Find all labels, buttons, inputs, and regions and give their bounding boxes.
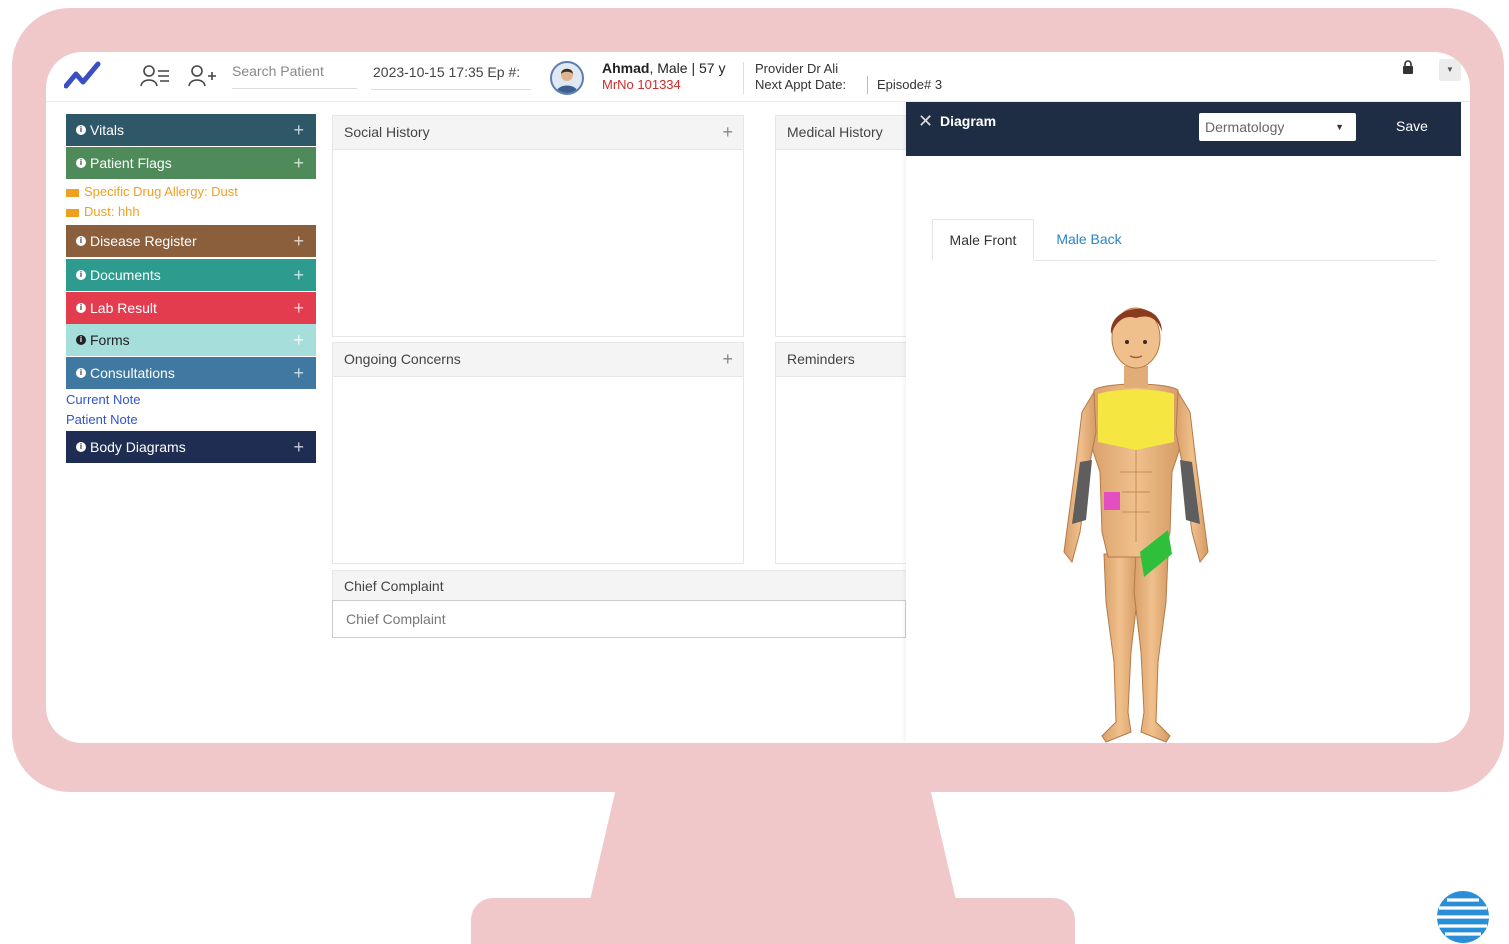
info-icon: i (76, 158, 86, 169)
info-icon: i (76, 442, 86, 453)
add-consultation-icon[interactable]: + (293, 357, 304, 389)
datetime-underline (371, 89, 531, 90)
flag-text: Specific Drug Allergy: Dust (84, 184, 238, 199)
ongoing-concerns-panel: Ongoing Concerns + (332, 342, 744, 564)
monitor-stand (590, 790, 956, 900)
specialty-select[interactable]: Dermatology ▼ (1199, 113, 1356, 141)
header-menu-dropdown-icon[interactable]: ▼ (1439, 59, 1461, 81)
add-ongoing-concern-icon[interactable]: + (722, 343, 733, 376)
patient-name-bold: Ahmad (602, 60, 650, 76)
info-icon: i (76, 368, 86, 379)
sidebar-item-label: Patient Flags (90, 155, 172, 171)
chief-complaint-input[interactable]: Chief Complaint (332, 600, 906, 638)
datetime-episode-field[interactable]: 2023-10-15 17:35 Ep #: (373, 64, 520, 80)
add-form-icon[interactable]: + (293, 324, 304, 356)
sidebar-item-label: Lab Result (90, 300, 157, 316)
medical-history-panel: Medical History (775, 115, 915, 337)
app-screen: Search Patient 2023-10-15 17:35 Ep #: Ah… (46, 52, 1470, 743)
sidebar-item-label: Body Diagrams (90, 439, 186, 455)
reminders-panel: Reminders (775, 342, 915, 564)
provider-label: Provider Dr Ali (755, 61, 839, 76)
panel-header: Chief Complaint (333, 571, 921, 602)
search-underline (232, 88, 357, 89)
sidebar-item-label: Consultations (90, 365, 175, 381)
add-flag-icon[interactable]: + (293, 147, 304, 179)
header-separator-2 (867, 76, 868, 94)
panel-title: Social History (344, 124, 430, 140)
sidebar-item-documents[interactable]: i Documents + (66, 259, 316, 291)
sidebar-item-body-diagrams[interactable]: i Body Diagrams + (66, 431, 316, 463)
flag-icon (66, 208, 79, 217)
social-history-panel: Social History + (332, 115, 744, 337)
tab-male-back[interactable]: Male Back (1044, 219, 1134, 261)
sidebar-item-label: Forms (90, 332, 130, 348)
info-icon: i (76, 335, 86, 346)
diagram-header: ✕ Diagram Dermatology ▼ Save (906, 102, 1461, 156)
chevron-down-icon: ▼ (1335, 122, 1344, 132)
lock-icon[interactable] (1402, 60, 1414, 74)
male-front-body-diagram[interactable] (1036, 292, 1236, 743)
patient-details: , Male | 57 y (649, 60, 726, 76)
globe-logo-icon (1437, 891, 1489, 943)
sidebar-item-disease-register[interactable]: i Disease Register + (66, 225, 316, 257)
patient-avatar[interactable] (550, 61, 584, 95)
tab-male-front[interactable]: Male Front (932, 219, 1034, 261)
panel-header: Social History + (333, 116, 743, 150)
info-icon: i (76, 236, 86, 247)
info-icon: i (76, 270, 86, 281)
sidebar-item-label: Disease Register (90, 233, 197, 249)
add-patient-icon[interactable] (187, 64, 217, 88)
sidebar-item-consultations[interactable]: i Consultations + (66, 357, 316, 389)
panel-title: Chief Complaint (344, 578, 444, 594)
panel-header: Ongoing Concerns + (333, 343, 743, 377)
panel-title: Reminders (787, 351, 855, 367)
app-logo-icon[interactable] (64, 58, 104, 92)
add-vitals-icon[interactable]: + (293, 114, 304, 146)
episode-label: Episode# 3 (877, 77, 943, 92)
sidebar-item-lab-result[interactable]: i Lab Result + (66, 292, 316, 324)
patient-mrno: MrNo 101334 (602, 77, 681, 92)
sidebar-item-label: Documents (90, 267, 161, 283)
panel-title: Medical History (787, 124, 883, 140)
panel-title: Ongoing Concerns (344, 351, 461, 367)
add-social-history-icon[interactable]: + (722, 116, 733, 149)
chief-complaint-section: Chief Complaint (332, 570, 922, 602)
add-document-icon[interactable]: + (293, 259, 304, 291)
body-outline (1063, 307, 1209, 743)
sidebar-item-forms[interactable]: i Forms + (66, 324, 316, 356)
sidebar-item-patient-flags[interactable]: i Patient Flags + (66, 147, 316, 179)
add-body-diagram-icon[interactable]: + (293, 431, 304, 463)
sidebar-item-vitals[interactable]: i Vitals + (66, 114, 316, 146)
add-disease-icon[interactable]: + (293, 225, 304, 257)
save-button[interactable]: Save (1383, 111, 1441, 141)
search-patient-input[interactable]: Search Patient (232, 63, 324, 79)
monitor-base (471, 898, 1075, 944)
flag-icon (66, 188, 79, 197)
avatar-icon (556, 68, 578, 93)
mark-chest[interactable] (1098, 389, 1174, 451)
panel-header: Reminders (776, 343, 914, 377)
add-lab-icon[interactable]: + (293, 292, 304, 324)
info-icon: i (76, 303, 86, 314)
next-appt-label: Next Appt Date: (755, 77, 847, 92)
panel-header: Medical History (776, 116, 914, 150)
flag-item[interactable]: Specific Drug Allergy: Dust (66, 184, 238, 199)
patient-note-link[interactable]: Patient Note (66, 412, 138, 427)
mark-right-hip[interactable] (1104, 492, 1120, 510)
current-note-link[interactable]: Current Note (66, 392, 140, 407)
patient-name: Ahmad, Male | 57 y (602, 60, 725, 76)
header-separator (743, 62, 744, 94)
patient-list-icon[interactable] (140, 64, 170, 88)
specialty-select-value: Dermatology (1205, 119, 1285, 135)
info-icon: i (76, 125, 86, 136)
diagram-title: Diagram (940, 113, 997, 129)
flag-item[interactable]: Dust: hhh (66, 204, 140, 219)
sidebar-item-label: Vitals (90, 122, 124, 138)
flag-text: Dust: hhh (84, 204, 140, 219)
diagram-panel: ✕ Diagram Dermatology ▼ Save Male Front M… (906, 102, 1470, 743)
close-icon[interactable]: ✕ (918, 111, 933, 132)
